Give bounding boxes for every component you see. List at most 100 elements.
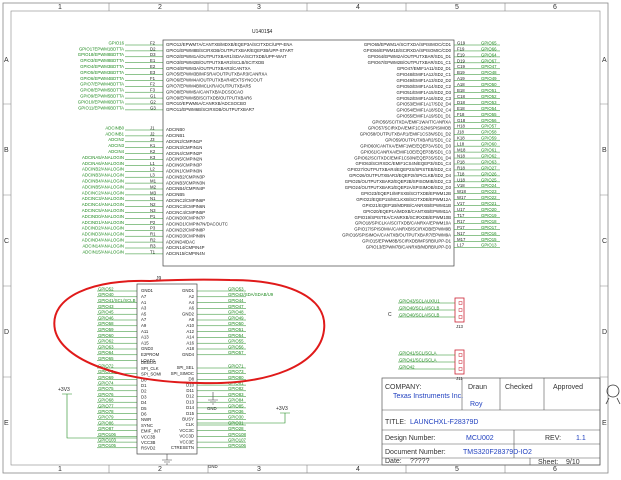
- drawn-by-value: Roy: [470, 401, 483, 408]
- sheet-label: Sheet:: [538, 459, 558, 466]
- u1-pin-number: E1: [150, 58, 156, 63]
- u1-adc-net-label: ADCIND2/ANALOGIN: [82, 226, 124, 231]
- u1-adc-net-label: ADCINB5/ANALOGIN: [82, 184, 124, 189]
- j11-header[interactable]: J11: [454, 349, 465, 381]
- u1-adc-pin-number: M3: [150, 190, 157, 195]
- j9-left-pin-function: A15: [141, 340, 149, 345]
- j9-lower-pin-function: RSVD2: [141, 446, 156, 451]
- u1-right-pin-number: N17: [457, 231, 465, 236]
- j9-lower-pin-function: D5: [141, 406, 147, 411]
- u1-adc-pin-function: ADCINC4/CMPIN5P: [166, 210, 205, 215]
- u1-right-pin-number: A19: [457, 76, 465, 81]
- u1-right-pin-function: GPIO48/EMIF1A12/SD2_C1: [397, 72, 452, 77]
- u1-right-pin-function: GPIO62/SCITXDC/EMIF1CS0N/EQEP3S/SD1_D4: [354, 155, 451, 160]
- u1-right-pin-number: A18: [457, 82, 465, 87]
- u1-right-net-label: GPIO66: [481, 46, 497, 51]
- j9-right-pin-function: A8: [189, 317, 195, 322]
- u1-net-label: GPIO3/EPWM8BDTTA: [80, 58, 124, 63]
- j9-lower-pin-function: D1: [141, 383, 147, 388]
- j9-lower-right-pin-function: VCC3E: [180, 439, 194, 444]
- u1-right-pin-number: K18: [457, 136, 465, 141]
- j9-right-pin-function: GND4: [182, 352, 195, 357]
- u1-adc-pin-number: P1: [150, 214, 156, 219]
- u1-adc-net-label: ADCINA6/ANALOGIN: [82, 161, 124, 166]
- u1-right-pin-function: GPIO24/OUTPUTXBAR1/EQEP2A/SPISIMOB/SD2_D…: [345, 185, 452, 190]
- u1-right-pin-number: R18: [457, 165, 465, 170]
- u1-pin-function: GPIO10/EPWM6A/CANRXB/ADCSOCBO: [166, 101, 247, 106]
- j9-right-pin-function: A14: [186, 335, 194, 340]
- u1-right-net-label: GPIO47: [481, 64, 497, 69]
- u1-adc-net-label: ADCIN2: [108, 137, 124, 142]
- j9-left-pin-function: E2PROM: [141, 352, 160, 357]
- j9-left-pin-function: A13: [141, 335, 149, 340]
- j9-left-pin-function: GND1: [141, 288, 154, 293]
- j11-pin-pad: [458, 360, 463, 364]
- u1-adc-pin-function: ADCIN2/CMPIN1P: [166, 139, 202, 144]
- j13-pin-pad: [458, 315, 463, 319]
- j9-right-pin-function: A12: [186, 329, 194, 334]
- u1-right-net-label: GPIO49: [481, 76, 497, 81]
- u1-adc-net-label: ADCINB1: [105, 131, 124, 136]
- u1-pin-function: GPIO3/EPWM2B/OUTPUTXBAR2/SCLB/SCITXDB: [166, 60, 264, 65]
- j9-left-pin-function: A7: [141, 294, 147, 299]
- u1-right-pin-function: GPIO66/EPWM1B/SCIRXDA/SPISOMIC/CD0: [363, 48, 451, 53]
- j9-left-net-label: GPIO64: [98, 350, 114, 355]
- u1-adc-pin-function: ADCIND4/DAC: [166, 239, 195, 244]
- u1-right-net-label: GPIO50: [481, 82, 497, 87]
- u1-right-pin-number: R17: [457, 219, 465, 224]
- u1-right-pin-number: G18: [457, 118, 466, 123]
- j9-lower-right-pin-function: D8: [189, 377, 195, 382]
- zone-col-3-bottom: 3: [257, 466, 261, 473]
- design-number-value: MCU002: [466, 435, 494, 442]
- u1-right-net-label: GPIO18: [481, 219, 497, 224]
- j9-lower-left-net-label: GPIO75: [98, 386, 114, 391]
- zone-col-3: 3: [257, 4, 261, 11]
- u1-right-pin-function: GPIO21/EQEP1B/MDRB/CANRXB/EPWM11B: [362, 203, 451, 208]
- j9-left-net-label: GPIO58: [98, 321, 114, 326]
- u1-adc-pin-function: ADCIN15/CMPIN4N: [166, 251, 205, 256]
- u1-right-pin-number: U18: [457, 177, 465, 182]
- u1-right-net-label: GPIO56: [481, 118, 497, 123]
- j9-right-net-label: GPIO44: [228, 298, 244, 303]
- u1-net-label: GPIO16: [108, 40, 124, 45]
- j9-right-net-label: GPIO56: [228, 344, 244, 349]
- u1-adc-pin-number: L2: [150, 167, 155, 172]
- zone-row-e: E: [4, 420, 9, 427]
- j9-lower-pin-function: D2: [141, 389, 147, 394]
- u1-net-label: GPIO18/EPWM8BDTTA: [78, 52, 124, 57]
- u1-right-pin-number: F18: [457, 112, 465, 117]
- u1-right-pin-function: GPIO53/EMIF1A17/SD2_D4: [397, 102, 452, 107]
- u1-right-pin-function: GPIO51/EMIF1A15/SD2_D3: [397, 90, 452, 95]
- j9-lower-left-net-label: GPIO69: [98, 375, 114, 380]
- u1-right-net-label: GPIO20: [481, 207, 497, 212]
- u1-right-pin-function: GPIO19/SPISTEA/CANRXB/SCIRXDB/EPWM10B: [355, 215, 452, 220]
- j9-right-pin-function: A18: [186, 346, 194, 351]
- gnd-bottom-label: GND: [208, 464, 218, 469]
- j9-left-net-label: GPIO46: [98, 315, 114, 320]
- u1-pin-function: GPIO8/EPWM5A/CANTXB/ADCSOCAO: [166, 89, 244, 94]
- j9-lower-pin-function: VCC3B: [141, 434, 155, 439]
- date-label: Date:: [385, 458, 402, 465]
- u1-right-pin-function: GPIO61/CANRXA/EMIF1OE/EQEP3B/SD1_C3: [360, 149, 451, 154]
- u1-right-pin-number: U17: [457, 207, 465, 212]
- u1-adc-net-label: ADCINB4/ANALOGIN: [82, 179, 124, 184]
- u1-adc-pin-number: K3: [150, 155, 156, 160]
- zone-row-e-right: E: [602, 420, 607, 427]
- u1-right-net-label: GPIO55: [481, 112, 497, 117]
- j9-lower-right-net-label: GPIO107: [228, 438, 247, 443]
- j9-lower-pin-function: D4: [141, 400, 147, 405]
- u1-pin-number: G1: [150, 94, 156, 99]
- u1-adc-pin-number: J3: [150, 137, 155, 142]
- u1-right-pin-number: V18: [457, 183, 465, 188]
- u1-pin-function: GPIO12/EPWM7A/CANTXB/MDXB/EQEP3A/SCITXDC…: [166, 42, 292, 47]
- u1-right-pin-number: E19: [457, 52, 465, 57]
- zone-row-c: C: [4, 238, 9, 245]
- j11-pin-pad: [458, 353, 463, 357]
- u1-right-net-label: GPIO16: [481, 231, 497, 236]
- j9-lower-right-pin-function: VCC3C: [179, 428, 194, 433]
- u1-adc-net-label: ADCINC4/ANALOGIN: [82, 202, 124, 207]
- j9-lower-left-net-label: GPIO106: [98, 432, 117, 437]
- u1-adc-pin-number: K1: [150, 143, 156, 148]
- u1-adc-net-label: ADCINC5/ANALOGIN: [82, 208, 124, 213]
- j9-right-net-label: GPIO49: [228, 315, 244, 320]
